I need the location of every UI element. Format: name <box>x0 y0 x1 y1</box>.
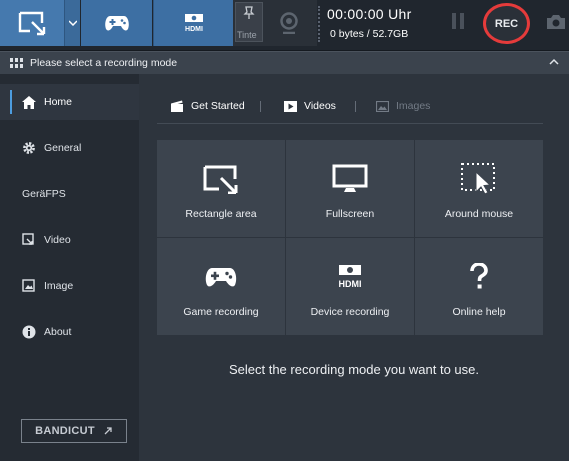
tab-images[interactable]: Images <box>375 100 430 112</box>
grid-icon <box>10 58 23 68</box>
camera-icon <box>547 15 565 29</box>
screenshot-button[interactable] <box>545 13 567 33</box>
image-icon <box>22 279 36 293</box>
tile-fullscreen[interactable]: Fullscreen <box>286 140 414 237</box>
play-icon <box>283 100 297 112</box>
record-button[interactable]: REC <box>483 3 530 44</box>
rectangle-area-icon <box>202 162 240 196</box>
tile-around-mouse[interactable]: Around mouse <box>415 140 543 237</box>
tab-videos[interactable]: Videos <box>283 100 336 112</box>
sidebar-item-video[interactable]: Video <box>0 222 139 258</box>
svg-text:HDMI: HDMI <box>185 26 203 33</box>
sidebar-item-image[interactable]: Image <box>0 268 139 304</box>
home-icon <box>22 95 36 109</box>
top-toolbar: HDMI Tinte 00:00:00 Uhr 0 bytes / 52.7GB… <box>0 0 569 51</box>
gamepad-icon <box>104 16 129 31</box>
sidebar-item-label: Image <box>44 280 74 292</box>
tile-label: Device recording <box>310 306 390 318</box>
tile-game-recording[interactable]: Game recording <box>157 238 285 335</box>
main-content: Get Started Videos Images Rectangle area… <box>139 74 569 461</box>
around-mouse-icon <box>460 162 498 196</box>
webcam-overlay-area: Tinte <box>233 0 317 46</box>
webcam-overlay-label: Tinte <box>237 30 257 40</box>
tile-label: Around mouse <box>444 208 514 220</box>
image-icon <box>375 100 389 112</box>
sidebar-item-about[interactable]: About <box>0 314 139 350</box>
sidebar-item-label: About <box>44 326 72 338</box>
sidebar: Home General GeräFPS Video Image About B… <box>0 74 139 461</box>
instruction-text: Select the recording mode you want to us… <box>228 362 480 377</box>
tile-label: Game recording <box>183 306 259 318</box>
video-icon <box>22 233 36 247</box>
tile-device-recording[interactable]: HDMI Device recording <box>286 238 414 335</box>
sidebar-item-label: Home <box>44 96 73 108</box>
tab-get-started[interactable]: Get Started <box>170 100 245 112</box>
rectangle-mode-button[interactable] <box>0 0 64 46</box>
sidebar-item-label: Video <box>44 234 71 246</box>
clapperboard-icon <box>170 100 184 112</box>
tile-label: Online help <box>452 306 506 318</box>
chevron-down-icon <box>68 20 77 26</box>
svg-text:HDMI: HDMI <box>339 279 362 289</box>
mode-header-bar: Please select a recording mode <box>0 51 569 74</box>
rectangle-area-icon <box>18 11 46 36</box>
mode-header-title: Please select a recording mode <box>30 57 178 69</box>
pause-icon <box>452 13 456 29</box>
webcam-overlay-button[interactable]: Tinte <box>235 2 263 42</box>
tab-divider <box>355 101 356 112</box>
tile-label: Fullscreen <box>325 208 375 220</box>
pause-icon <box>460 13 464 29</box>
sidebar-item-general[interactable]: General <box>0 130 139 166</box>
sidebar-item-label: GeräFPS <box>22 188 66 200</box>
info-icon <box>22 325 36 339</box>
tab-label: Images <box>396 100 431 112</box>
tile-rectangle-area[interactable]: Rectangle area <box>157 140 285 237</box>
pause-button[interactable] <box>452 13 468 31</box>
gamepad-icon <box>202 260 240 294</box>
tab-label: Get Started <box>191 100 245 112</box>
pin-icon <box>243 6 255 19</box>
toolbar-separator <box>318 6 320 42</box>
gear-icon <box>22 141 36 155</box>
device-mode-button[interactable]: HDMI <box>153 0 233 46</box>
external-link-icon <box>104 427 112 435</box>
recording-timer: 00:00:00 Uhr <box>327 6 412 22</box>
recording-mode-grid: Rectangle area Fullscreen Around mouse G… <box>157 140 543 336</box>
bandicut-button[interactable]: BANDICUT <box>21 419 127 443</box>
recording-size: 0 bytes / 52.7GB <box>330 28 409 40</box>
tab-bar: Get Started Videos Images <box>157 94 543 124</box>
sidebar-item-home[interactable]: Home <box>0 84 139 120</box>
sidebar-item-fps[interactable]: GeräFPS <box>0 176 139 212</box>
sidebar-item-label: General <box>44 142 82 154</box>
webcam-button[interactable] <box>269 8 309 38</box>
webcam-icon <box>280 12 298 34</box>
tile-online-help[interactable]: Online help <box>415 238 543 335</box>
tab-label: Videos <box>304 100 336 112</box>
tile-label: Rectangle area <box>185 208 257 220</box>
game-mode-button[interactable] <box>81 0 152 46</box>
tab-divider <box>260 101 261 112</box>
hdmi-icon: HDMI <box>331 260 369 294</box>
hdmi-icon: HDMI <box>184 14 203 33</box>
bandicut-logo: BANDICUT <box>35 425 95 437</box>
question-icon <box>460 260 498 294</box>
monitor-icon <box>331 162 369 196</box>
mode-dropdown-button[interactable] <box>64 0 80 46</box>
chevron-up-icon[interactable] <box>549 57 559 67</box>
